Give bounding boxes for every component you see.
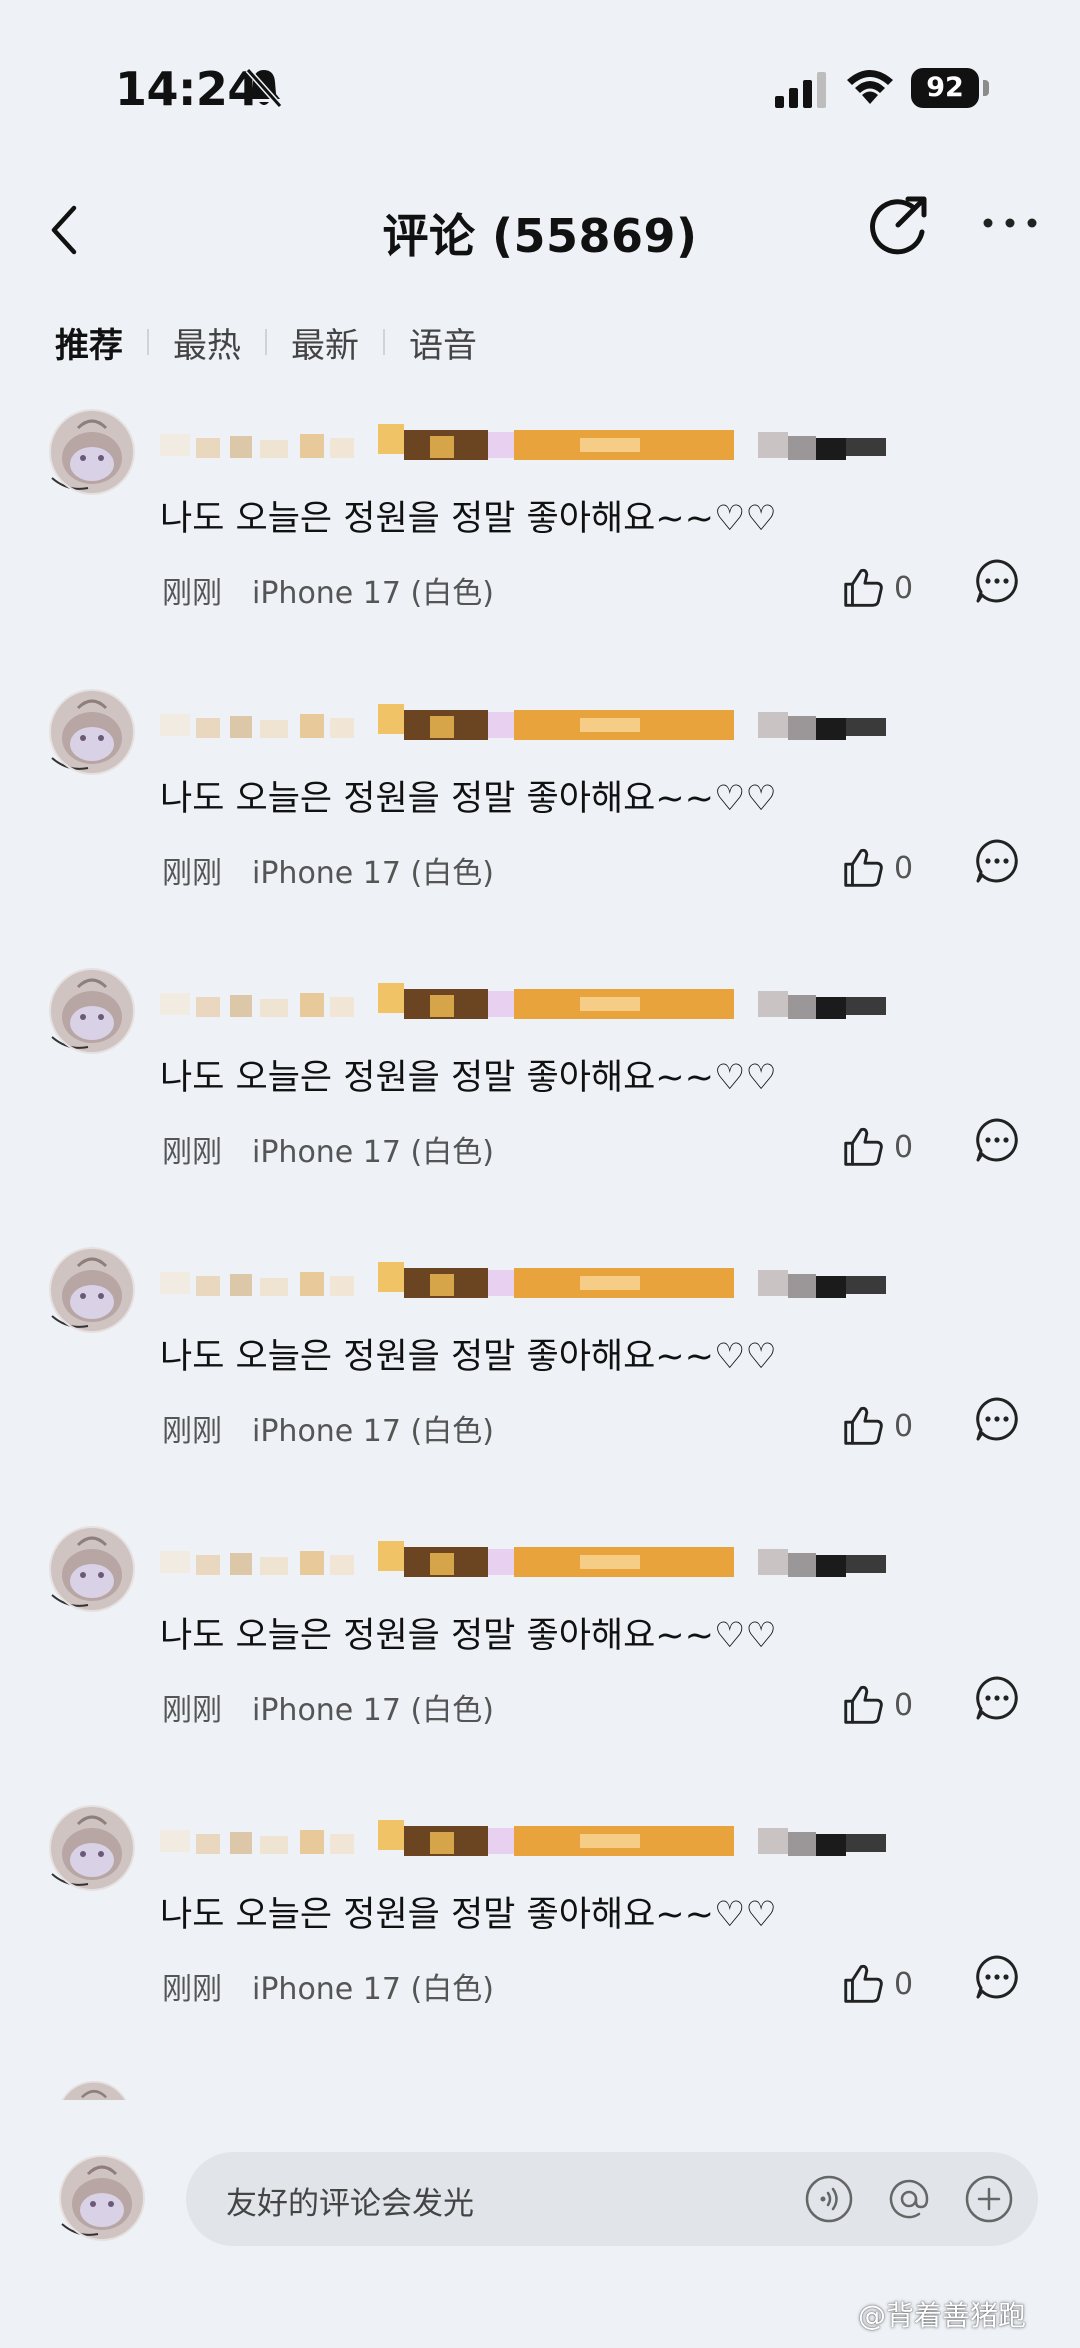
comment-time: 刚刚 xyxy=(162,1135,222,1170)
comment-text: 나도 오늘은 정원을 정말 좋아해요~~♡♡ xyxy=(160,779,777,819)
comment-text: 나도 오늘은 정원을 정말 좋아해요~~♡♡ xyxy=(160,499,777,539)
comment-time: 刚刚 xyxy=(162,576,222,611)
thumbs-up-icon xyxy=(840,1961,886,2007)
username-blurred[interactable] xyxy=(160,983,970,1025)
like-button[interactable]: 0 xyxy=(840,1677,913,1733)
status-time: 14:24 xyxy=(115,62,259,116)
tab-recommended[interactable]: 推荐 xyxy=(55,318,123,367)
comment-text: 나도 오늘은 정원을 정말 좋아해요~~♡♡ xyxy=(160,1895,777,1935)
comment-input-placeholder: 友好的评论会发光 xyxy=(226,2186,474,2222)
comment-item[interactable]: 나도 오늘은 정원을 정말 좋아해요~~♡♡ 刚刚 iPhone 17 (白色) … xyxy=(0,400,1080,680)
comment-item[interactable]: 나도 오늘은 정원을 정말 좋아해요~~♡♡ 刚刚 iPhone 17 (白色) … xyxy=(0,959,1080,1239)
reply-icon[interactable] xyxy=(972,1115,1022,1165)
reply-icon[interactable] xyxy=(972,836,1022,886)
reply-icon[interactable] xyxy=(972,1673,1022,1723)
comment-item[interactable]: 나도 오늘은 정원을 정말 좋아해요~~♡♡ 刚刚 iPhone 17 (白色) … xyxy=(0,1517,1080,1797)
reply-icon[interactable] xyxy=(972,1952,1022,2002)
comment-input[interactable]: 友好的评论会发光 xyxy=(186,2152,1038,2246)
comment-device: iPhone 17 (白色) xyxy=(252,856,494,891)
thumbs-up-icon xyxy=(840,1124,886,1170)
comment-text: 나도 오늘은 정원을 정말 좋아해요~~♡♡ xyxy=(160,1337,777,1377)
comment-item[interactable]: 나도 오늘은 정원을 정말 좋아해요~~♡♡ 刚刚 iPhone 17 (白色) … xyxy=(0,1796,1080,2076)
bell-slash-icon xyxy=(245,68,283,108)
comment-time: 刚刚 xyxy=(162,1414,222,1449)
comment-item[interactable]: 나도 오늘은 정원을 정말 좋아해요~~♡♡ 刚刚 iPhone 17 (白色) … xyxy=(0,680,1080,960)
battery-level: 92 xyxy=(911,68,979,108)
avatar[interactable] xyxy=(48,688,136,776)
watermark: @背着善猪跑 xyxy=(858,2299,1027,2332)
comment-device: iPhone 17 (白色) xyxy=(252,1693,494,1728)
comment-device: iPhone 17 (白色) xyxy=(252,576,494,611)
username-blurred[interactable] xyxy=(160,704,970,746)
like-count: 0 xyxy=(894,850,914,886)
comment-meta: 刚刚 iPhone 17 (白色) xyxy=(162,1127,494,1171)
voice-icon[interactable] xyxy=(804,2174,854,2224)
avatar[interactable] xyxy=(48,1804,136,1892)
comment-device: iPhone 17 (白色) xyxy=(252,1414,494,1449)
share-icon[interactable] xyxy=(868,194,930,256)
avatar[interactable] xyxy=(48,1246,136,1334)
more-icon[interactable] xyxy=(980,213,1040,233)
avatar-partial xyxy=(56,2080,132,2100)
thumbs-up-icon xyxy=(840,1403,886,1449)
signal-icon xyxy=(775,72,826,108)
thumbs-up-icon xyxy=(840,1682,886,1728)
avatar[interactable] xyxy=(48,1525,136,1613)
like-button[interactable]: 0 xyxy=(840,1398,913,1454)
nav-bar: 评论 (55869) xyxy=(0,180,1080,280)
username-blurred[interactable] xyxy=(160,1262,970,1304)
like-count: 0 xyxy=(894,570,914,606)
battery-icon: 92 xyxy=(911,68,989,108)
avatar[interactable] xyxy=(48,967,136,1055)
tab-hottest[interactable]: 最热 xyxy=(173,318,241,367)
thumbs-up-icon xyxy=(840,845,886,891)
username-blurred[interactable] xyxy=(160,424,970,466)
tab-divider xyxy=(265,329,267,355)
like-count: 0 xyxy=(894,1408,914,1444)
tab-divider xyxy=(383,329,385,355)
comment-item[interactable]: 나도 오늘은 정원을 정말 좋아해요~~♡♡ 刚刚 iPhone 17 (白色) … xyxy=(0,1238,1080,1518)
comment-meta: 刚刚 iPhone 17 (白色) xyxy=(162,568,494,612)
thumbs-up-icon xyxy=(840,565,886,611)
like-button[interactable]: 0 xyxy=(840,560,913,616)
tab-newest[interactable]: 最新 xyxy=(291,318,359,367)
comment-time: 刚刚 xyxy=(162,1693,222,1728)
sort-tabs: 推荐 最热 最新 语音 xyxy=(55,312,477,372)
comment-text: 나도 오늘은 정원을 정말 좋아해요~~♡♡ xyxy=(160,1616,777,1656)
wifi-icon xyxy=(847,70,893,104)
at-icon[interactable] xyxy=(884,2174,934,2224)
comment-meta: 刚刚 iPhone 17 (白色) xyxy=(162,1685,494,1729)
comment-device: iPhone 17 (白色) xyxy=(252,1135,494,1170)
tab-divider xyxy=(147,329,149,355)
status-bar: 14:24 92 xyxy=(0,0,1080,180)
like-count: 0 xyxy=(894,1129,914,1165)
comment-meta: 刚刚 iPhone 17 (白色) xyxy=(162,1406,494,1450)
comment-time: 刚刚 xyxy=(162,856,222,891)
like-count: 0 xyxy=(894,1687,914,1723)
username-blurred[interactable] xyxy=(160,1820,970,1862)
username-blurred[interactable] xyxy=(160,1541,970,1583)
comment-meta: 刚刚 iPhone 17 (白色) xyxy=(162,1964,494,2008)
like-count: 0 xyxy=(894,1966,914,2002)
reply-icon[interactable] xyxy=(972,556,1022,606)
comment-time: 刚刚 xyxy=(162,1972,222,2007)
plus-icon[interactable] xyxy=(964,2174,1014,2224)
comment-meta: 刚刚 iPhone 17 (白色) xyxy=(162,848,494,892)
avatar[interactable] xyxy=(48,408,136,496)
comment-text: 나도 오늘은 정원을 정말 좋아해요~~♡♡ xyxy=(160,1058,777,1098)
like-button[interactable]: 0 xyxy=(840,840,913,896)
like-button[interactable]: 0 xyxy=(840,1956,913,2012)
my-avatar[interactable] xyxy=(58,2154,146,2242)
tab-voice[interactable]: 语音 xyxy=(409,318,477,367)
reply-icon[interactable] xyxy=(972,1394,1022,1444)
comment-device: iPhone 17 (白色) xyxy=(252,1972,494,2007)
like-button[interactable]: 0 xyxy=(840,1119,913,1175)
